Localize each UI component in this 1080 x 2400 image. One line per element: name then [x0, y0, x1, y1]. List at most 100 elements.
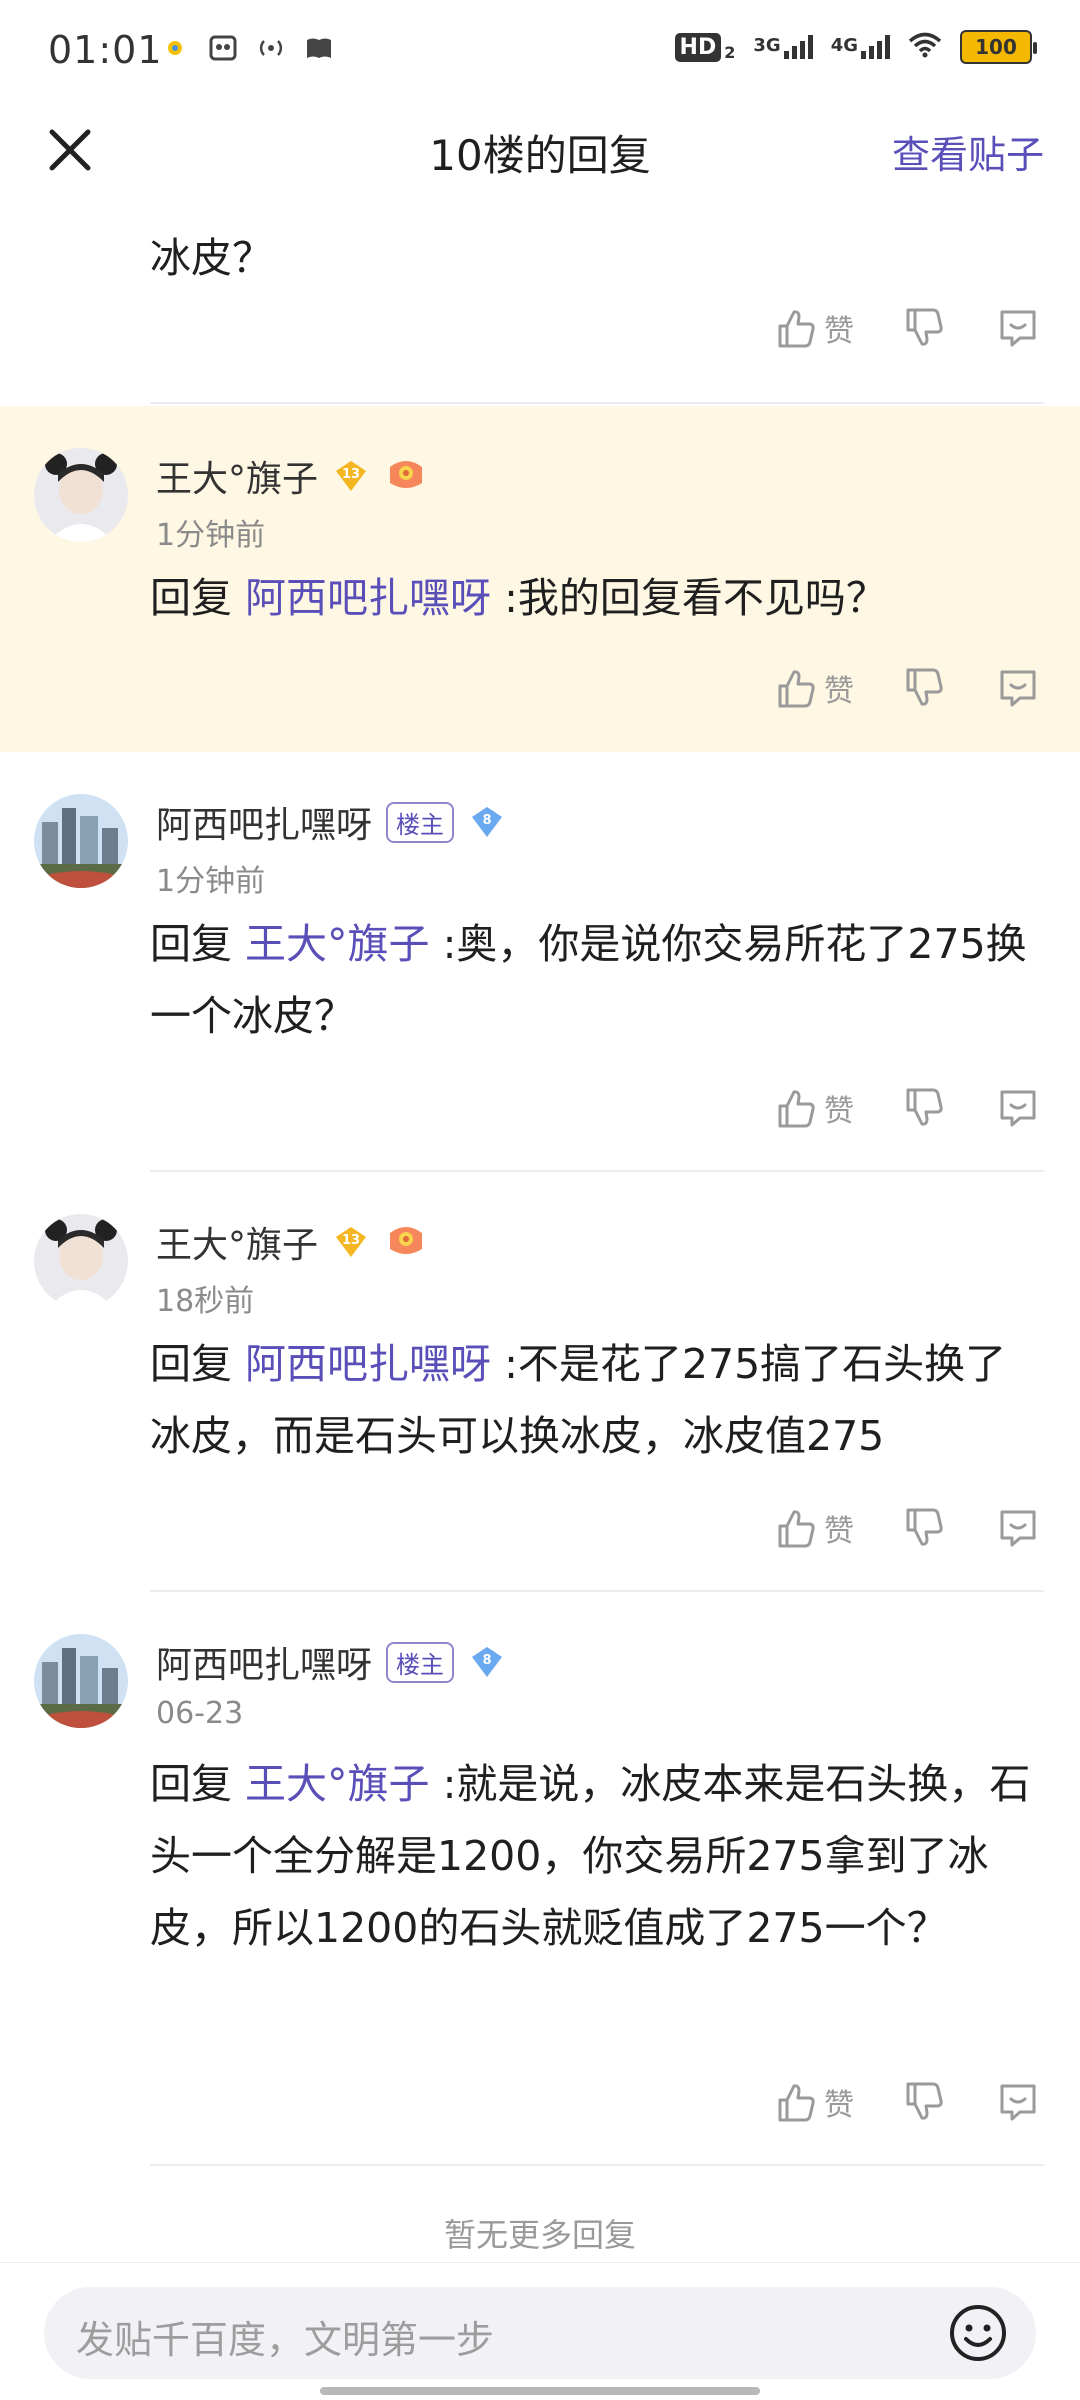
game-medal-icon [384, 457, 428, 495]
hd-voice-icon: HD 2 [674, 32, 735, 62]
reply-input[interactable]: 发贴千百度，文明第一步 [44, 2287, 1036, 2379]
level-badge: 8 [468, 805, 506, 839]
thumbs-down-icon [906, 1508, 943, 1546]
user-info: 王大°旗子 13 [156, 450, 428, 502]
reply-actions: 赞 [774, 1086, 1040, 1130]
thumbs-down-icon [906, 1088, 943, 1126]
like-label: 赞 [824, 674, 854, 709]
svg-text:8: 8 [482, 1653, 491, 1668]
reply-actions: 赞 [774, 2080, 1040, 2124]
user-info: 阿西吧扎嘿呀 楼主 8 [156, 796, 506, 848]
wifi-icon [908, 32, 942, 62]
thumbs-up-icon [778, 310, 815, 348]
like-button[interactable]: 赞 [774, 306, 854, 350]
divider [150, 2164, 1044, 2166]
comment-icon [1000, 2084, 1036, 2121]
dislike-button[interactable] [902, 666, 946, 710]
divider [150, 402, 1044, 404]
thumbs-down-icon [906, 2082, 943, 2120]
comment-button[interactable] [996, 1086, 1040, 1130]
emoji-button[interactable] [946, 2301, 1010, 2365]
avatar[interactable] [34, 1214, 128, 1308]
status-bar: 01:01 HD 2 3G 4G 100 [0, 0, 1080, 100]
dislike-button[interactable] [902, 306, 946, 350]
thumbs-up-icon [778, 1090, 815, 1128]
reply-actions: 赞 [774, 666, 1040, 710]
view-post-link[interactable]: 查看贴子 [892, 124, 1044, 179]
reply-text: 回复 王大°旗子 :就是说，冰皮本来是石头换，石头一个全分解是1200，你交易所… [150, 1760, 1031, 1952]
timestamp: 1分钟前 [156, 518, 266, 553]
comment-button[interactable] [996, 2080, 1040, 2124]
dislike-button[interactable] [902, 2080, 946, 2124]
list-item[interactable]: 王大°旗子 13 18秒前 回复 阿西吧扎嘿呀 :不是花了275搞了石头换了冰皮… [0, 1172, 1080, 1592]
comment-icon [1000, 310, 1036, 347]
comment-button[interactable] [996, 306, 1040, 350]
level-badge: 8 [468, 1645, 506, 1679]
thumbs-up-icon [778, 670, 815, 708]
hotspot-icon [256, 34, 286, 62]
like-button[interactable]: 赞 [774, 1086, 854, 1130]
signal-3g-icon: 3G [753, 35, 813, 59]
mention-link[interactable]: 王大°旗子 [245, 920, 430, 968]
list-item[interactable]: 阿西吧扎嘿呀 楼主 8 1分钟前 回复 王大°旗子 :奥，你是说你交易所花了27… [0, 752, 1080, 1172]
thumbs-down-icon [906, 308, 943, 346]
mention-link[interactable]: 阿西吧扎嘿呀 [245, 1340, 491, 1388]
mention-link[interactable]: 王大°旗子 [245, 1760, 430, 1808]
game-medal-icon [384, 1223, 428, 1261]
timestamp: 06-23 [156, 1696, 244, 1731]
list-item: 冰皮？ 赞 [0, 200, 1080, 406]
app-notification-icon [160, 34, 190, 62]
like-button[interactable]: 赞 [774, 1506, 854, 1550]
game-notification-icon [208, 34, 238, 62]
no-more-replies: 暂无更多回复 [443, 2216, 636, 2254]
username[interactable]: 阿西吧扎嘿呀 [156, 1636, 372, 1688]
like-button[interactable]: 赞 [774, 2080, 854, 2124]
mention-link[interactable]: 阿西吧扎嘿呀 [245, 574, 491, 622]
status-icons-left [160, 34, 334, 62]
dislike-button[interactable] [902, 1506, 946, 1550]
list-item[interactable]: 王大°旗子 13 1分钟前 回复 阿西吧扎嘿呀 :我的回复看不见吗？ 赞 [0, 406, 1080, 752]
svg-text:13: 13 [342, 467, 360, 482]
emoji-icon [950, 2305, 1006, 2361]
bottom-input-bar: 发贴千百度，文明第一步 [0, 2262, 1080, 2400]
user-info: 王大°旗子 13 [156, 1216, 428, 1268]
thumbs-up-icon [778, 2084, 815, 2122]
signal-4g-icon: 4G [831, 35, 890, 59]
user-info: 阿西吧扎嘿呀 楼主 8 [156, 1636, 506, 1688]
status-time: 01:01 [48, 28, 163, 72]
book-icon [304, 34, 334, 62]
thumbs-down-icon [906, 668, 943, 706]
thumbs-up-icon [778, 1510, 815, 1548]
comment-button[interactable] [996, 1506, 1040, 1550]
like-button[interactable]: 赞 [774, 666, 854, 710]
like-label: 赞 [824, 2088, 854, 2123]
comment-icon [1000, 1090, 1036, 1127]
svg-text:13: 13 [342, 1233, 360, 1248]
reply-text: 冰皮？ [150, 234, 273, 282]
owner-badge: 楼主 [386, 1641, 455, 1683]
avatar[interactable] [34, 448, 128, 542]
username[interactable]: 王大°旗子 [156, 450, 318, 502]
dislike-button[interactable] [902, 1086, 946, 1130]
reply-text: 回复 阿西吧扎嘿呀 :不是花了275搞了石头换了冰皮，而是石头可以换冰皮，冰皮值… [150, 1340, 1007, 1460]
comment-icon [1000, 670, 1036, 707]
username[interactable]: 阿西吧扎嘿呀 [156, 796, 372, 848]
timestamp: 18秒前 [156, 1284, 255, 1319]
svg-text:8: 8 [482, 813, 491, 828]
top-nav-bar: 10楼的回复 查看贴子 [0, 100, 1080, 200]
reply-text: 回复 王大°旗子 :奥，你是说你交易所花了275换一个冰皮？ [150, 920, 1027, 1040]
input-placeholder: 发贴千百度，文明第一步 [76, 2318, 495, 2362]
avatar[interactable] [34, 1634, 128, 1728]
avatar[interactable] [34, 794, 128, 888]
status-icons-right: HD 2 3G 4G 100 [674, 30, 1037, 64]
comment-button[interactable] [996, 666, 1040, 710]
reply-text: 回复 阿西吧扎嘿呀 :我的回复看不见吗？ [150, 574, 887, 622]
timestamp: 1分钟前 [156, 864, 266, 899]
reply-actions: 赞 [774, 306, 1040, 350]
reply-actions: 赞 [774, 1506, 1040, 1550]
home-indicator[interactable] [320, 2387, 760, 2395]
reply-list: 冰皮？ 赞 王大°旗子 13 1分钟前 回复 阿西吧扎嘿呀:我的回复看不见吗？… [0, 200, 1080, 2166]
comment-icon [1000, 1510, 1036, 1547]
list-item[interactable]: 阿西吧扎嘿呀 楼主 8 06-23 回复 王大°旗子 :就是说，冰皮本来是石头换… [0, 1592, 1080, 2166]
username[interactable]: 王大°旗子 [156, 1216, 318, 1268]
